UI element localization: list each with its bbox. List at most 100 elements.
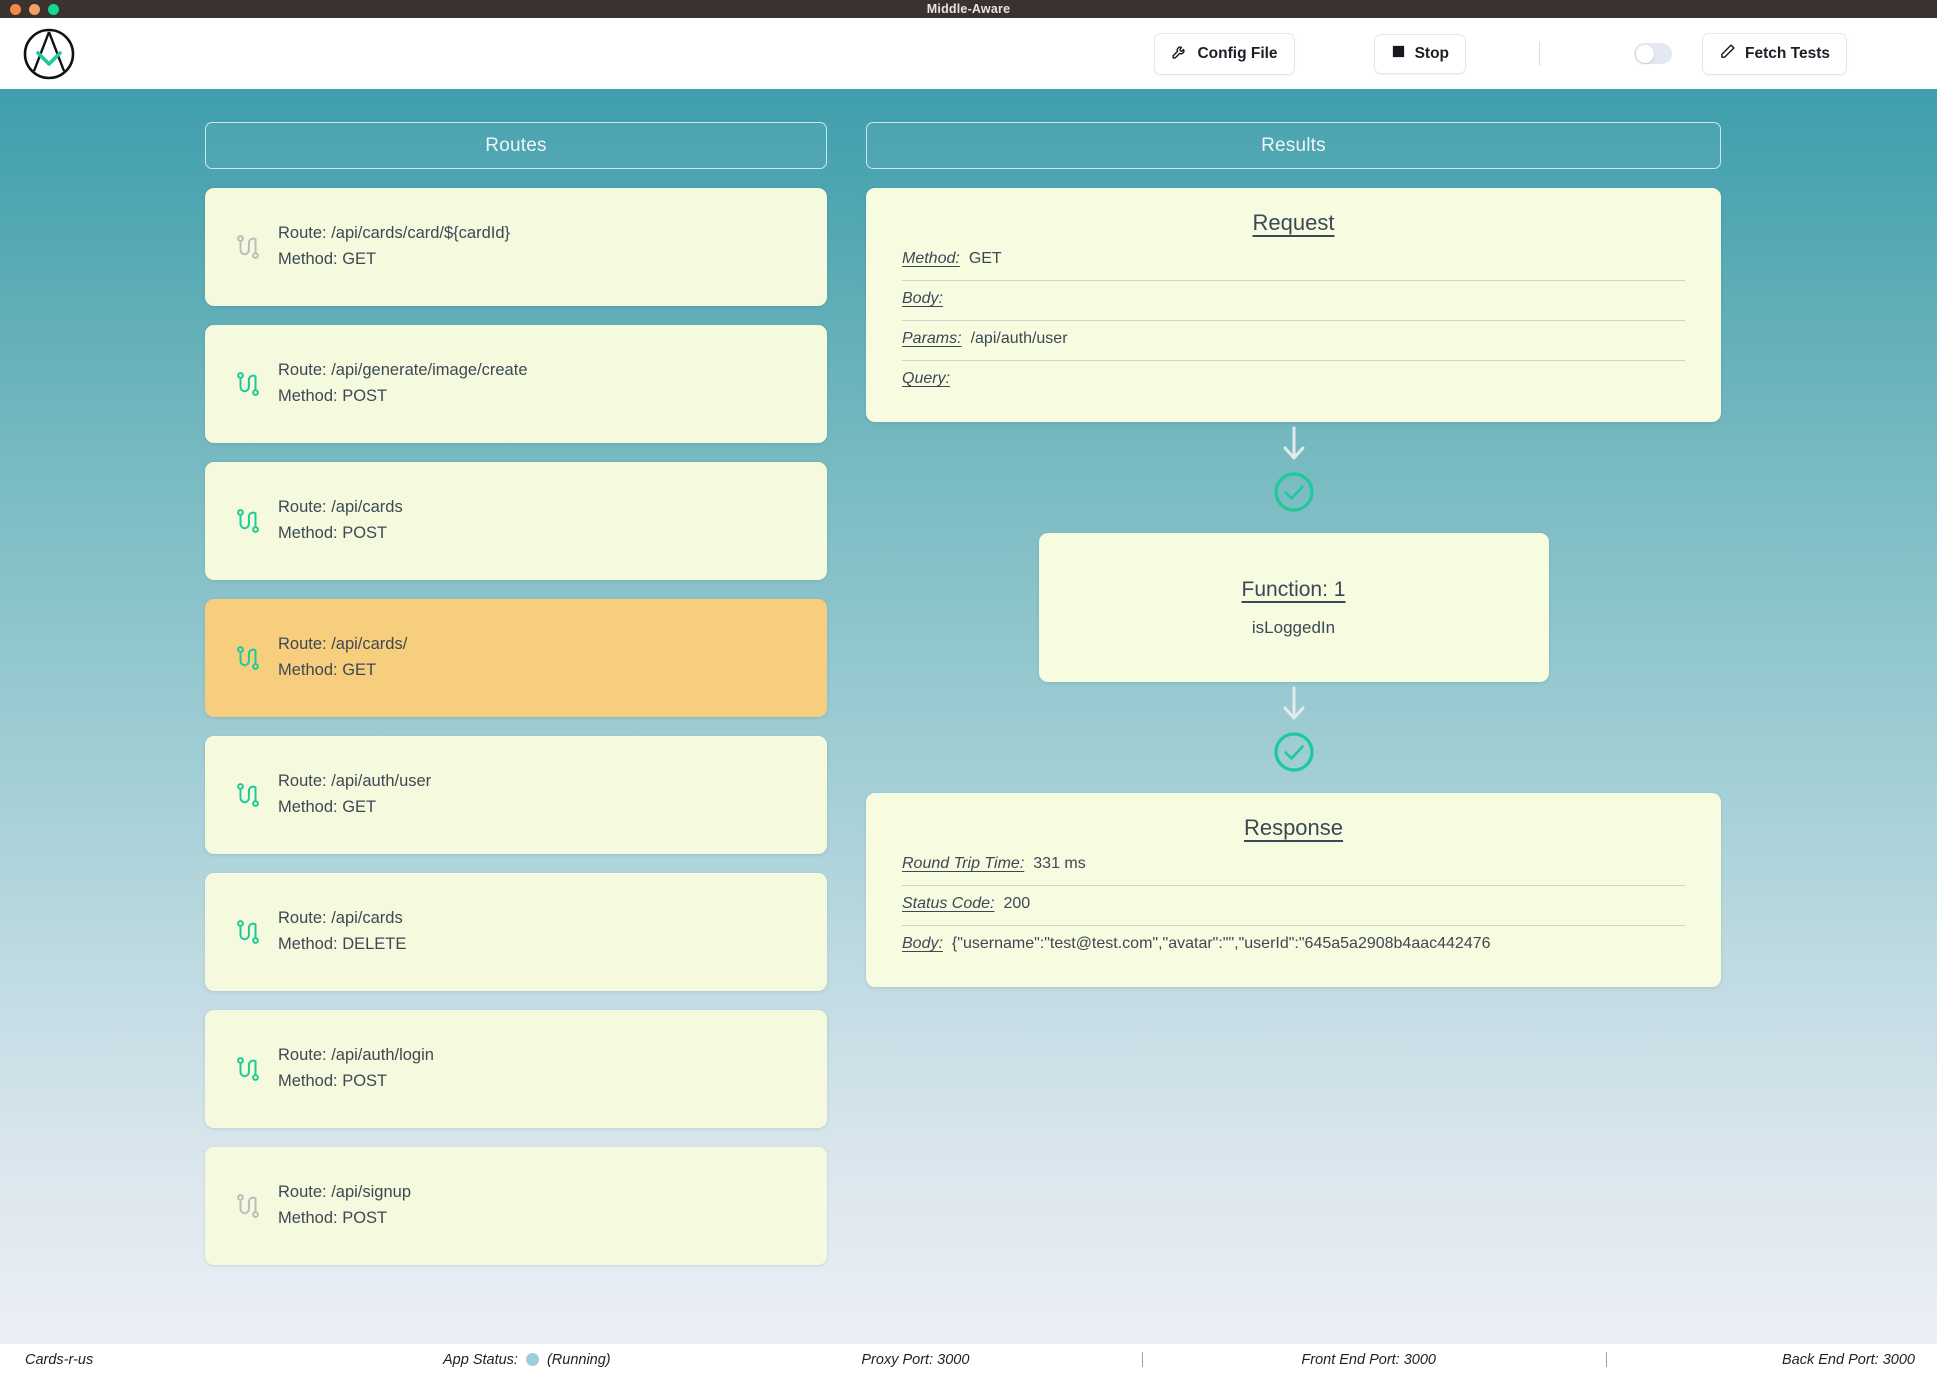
response-row-2-value: {"username":"test@test.com","avatar":"",… <box>951 935 1491 952</box>
results-flow: Request Method: GET Body: Params: /api/auth/… <box>866 188 1721 987</box>
ports-divider-1 <box>1142 1352 1144 1367</box>
request-row-3: Query: <box>902 361 1685 392</box>
route-path-label: Route: /api/cards/ <box>278 635 408 654</box>
status-bar: Cards-r-us App Status: (Running) Proxy P… <box>0 1344 1937 1375</box>
pencil-icon <box>1719 43 1736 65</box>
route-method-label: Method: GET <box>278 250 377 268</box>
ports-group: Proxy Port: 3000 Front End Port: 3000 Ba… <box>861 1352 1915 1368</box>
route-card-7[interactable]: Route: /api/signup Method: POST <box>205 1147 827 1265</box>
check-circle-icon <box>1273 732 1314 772</box>
route-method-label: Method: POST <box>278 387 388 405</box>
middle-aware-logo-icon <box>23 28 75 79</box>
route-path-icon <box>236 508 260 534</box>
route-path-label: Route: /api/cards <box>278 498 403 517</box>
config-file-button[interactable]: Config File <box>1154 32 1295 75</box>
request-card[interactable]: Request Method: GET Body: Params: /api/auth/… <box>866 188 1721 422</box>
arrow-down-icon <box>1283 426 1304 460</box>
request-row-1: Body: <box>902 281 1685 321</box>
route-card-6[interactable]: Route: /api/auth/login Method: POST <box>205 1010 827 1128</box>
request-row-0-value: GET <box>968 250 1002 267</box>
app-status-dot <box>525 1353 539 1366</box>
response-row-0-key: Round Trip Time: <box>902 855 1025 872</box>
mode-toggle-switch[interactable] <box>1634 43 1672 64</box>
route-path-icon <box>236 371 260 397</box>
route-path-label: Route: /api/auth/user <box>278 772 432 791</box>
wrench-icon <box>1171 43 1188 65</box>
toggle-knob <box>1635 44 1654 63</box>
route-path-icon <box>237 509 259 533</box>
toolbar-divider <box>1539 41 1540 66</box>
fetch-tests-button[interactable]: Fetch Tests <box>1702 32 1847 75</box>
flow-status-1 <box>1272 470 1316 519</box>
arrow-down-icon <box>1283 686 1304 720</box>
request-row-3-key: Query: <box>902 370 951 387</box>
request-row-0-key: Method: <box>902 250 960 267</box>
request-row-2-key: Params: <box>902 330 962 347</box>
results-panel-header: Results <box>866 122 1721 169</box>
route-path-icon <box>236 919 260 945</box>
route-card-1[interactable]: Route: /api/generate/image/create Method:… <box>205 325 827 443</box>
routes-panel-title: Routes <box>485 134 547 156</box>
route-method-label: Method: POST <box>278 524 388 542</box>
route-card-4[interactable]: Route: /api/auth/user Method: GET <box>205 736 827 854</box>
route-path-label: Route: /api/generate/image/create <box>278 361 528 380</box>
route-path-icon <box>237 235 259 259</box>
route-card-text: Route: /api/auth/login Method: POST <box>278 1043 434 1094</box>
request-row-1-key: Body: <box>902 290 943 307</box>
response-row-1-value: 200 <box>1003 895 1031 912</box>
route-method-label: Method: GET <box>278 798 377 816</box>
app-status-group: App Status: (Running) <box>443 1352 611 1368</box>
app-name-label: Cards-r-us <box>25 1351 94 1368</box>
results-column: Results Request Method: GET Body: Params: /a… <box>866 122 1721 1344</box>
ports-divider-2 <box>1606 1352 1607 1367</box>
route-path-label: Route: /api/cards/card/${cardId} <box>278 224 511 243</box>
stop-button[interactable]: Stop <box>1373 33 1466 74</box>
request-rows: Method: GET Body: Params: /api/auth/user Quer… <box>902 241 1685 392</box>
app-logo[interactable] <box>0 27 76 81</box>
check-circle-icon <box>1273 472 1314 512</box>
request-card-title: Request <box>1252 210 1335 235</box>
route-path-label: Route: /api/auth/login <box>278 1046 434 1065</box>
front-end-port-label: Front End Port: 3000 <box>1301 1351 1436 1368</box>
function-card-name: isLoggedIn <box>1251 617 1336 637</box>
route-path-icon <box>237 646 259 670</box>
back-end-port-label: Back End Port: 3000 <box>1782 1351 1915 1368</box>
function-card[interactable]: Function: 1 isLoggedIn <box>1038 533 1549 682</box>
stop-label: Stop <box>1414 44 1449 62</box>
routes-panel-header: Routes <box>205 122 827 169</box>
request-row-2: Params: /api/auth/user <box>902 321 1685 361</box>
app-status-label: App Status: <box>443 1351 518 1368</box>
route-card-text: Route: /api/generate/image/create Method:… <box>278 358 528 409</box>
response-card-title: Response <box>1243 815 1344 840</box>
response-row-1: Status Code: 200 <box>902 886 1685 926</box>
route-card-text: Route: /api/cards/Method: GET <box>278 632 407 683</box>
route-card-0[interactable]: Route: /api/cards/card/${cardId} Method: … <box>205 188 827 306</box>
results-panel-title: Results <box>1261 134 1326 156</box>
flow-status-2 <box>1272 730 1316 779</box>
route-method-label: Method: POST <box>278 1209 388 1227</box>
route-path-icon <box>236 1193 260 1219</box>
route-path-icon <box>237 372 259 396</box>
route-path-icon <box>237 1057 259 1081</box>
route-path-icon <box>237 1194 259 1218</box>
window-titlebar: Middle-Aware <box>0 0 1937 18</box>
route-method-label: Method: DELETE <box>278 935 407 953</box>
config-file-label: Config File <box>1197 44 1278 62</box>
response-row-1-key: Status Code: <box>902 895 995 912</box>
route-path-icon <box>236 782 260 808</box>
route-card-2[interactable]: Route: /api/cards Method: POST <box>205 462 827 580</box>
route-path-icon <box>237 920 259 944</box>
response-row-2: Body: {"username":"test@test.com","avatar… <box>902 926 1685 957</box>
response-row-0-value: 331 ms <box>1033 855 1086 872</box>
route-path-icon <box>236 234 260 260</box>
window-title: Middle-Aware <box>926 2 1011 16</box>
response-card[interactable]: Response Round Trip Time: 331 ms Status Co… <box>866 793 1721 987</box>
route-card-5[interactable]: Route: /api/cards Method: DELETE <box>205 873 827 991</box>
main-stage: Routes Route: /api/cards/card/${cardId} M… <box>0 89 1937 1344</box>
route-card-3[interactable]: Route: /api/cards/Method: GET <box>205 599 827 717</box>
route-card-text: Route: /api/signup Method: POST <box>278 1180 411 1231</box>
route-path-icon <box>236 1056 260 1082</box>
response-row-0: Round Trip Time: 331 ms <box>902 846 1685 886</box>
flow-arrow-2 <box>1281 682 1307 726</box>
app-status-value: (Running) <box>546 1351 611 1368</box>
